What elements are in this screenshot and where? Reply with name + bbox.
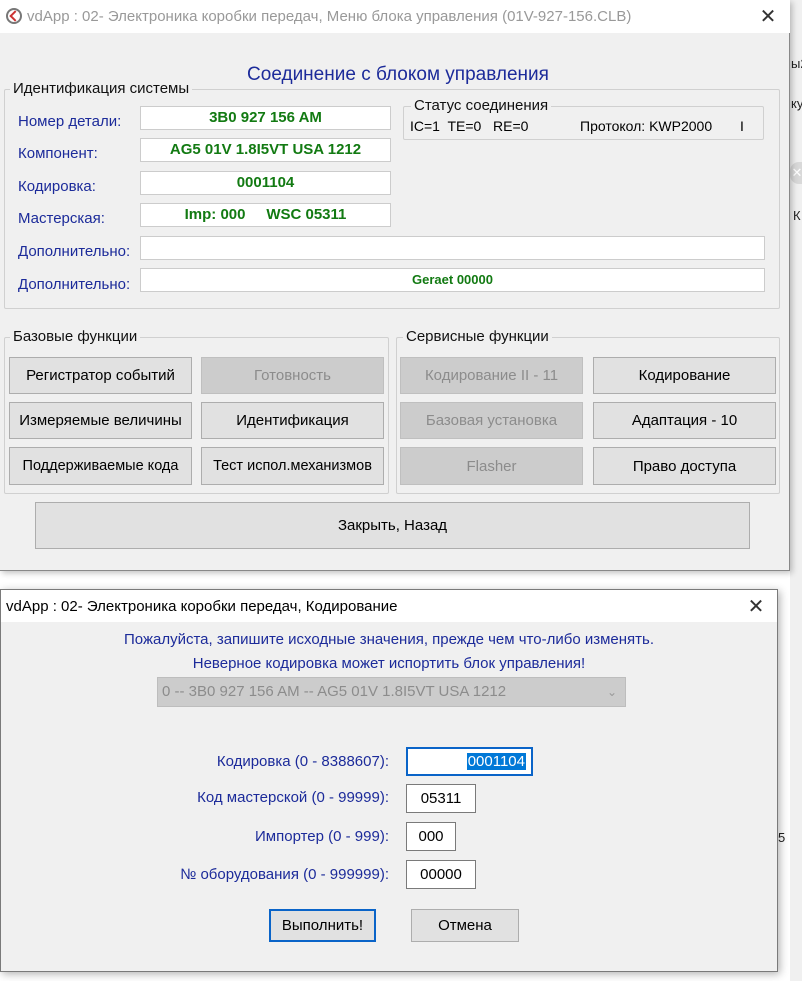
close-back-button[interactable]: Закрыть, Назад [35,502,750,549]
coding-label: Кодировка: [18,178,96,195]
protocol-text: Протокол: KWP2000 [580,118,713,134]
basic-functions-legend: Базовые функции [10,328,141,345]
supported-codes-button[interactable]: Поддерживаемые кода [9,447,192,485]
dialog-title: vdApp : 02- Электроника коробки передач,… [6,598,398,615]
importer-label: Импортер (0 - 999): [255,828,389,845]
output-test-button[interactable]: Тест испол.механизмов [201,447,384,485]
execute-button[interactable]: Выполнить! [269,909,376,942]
part-number-label: Номер детали: [18,113,122,130]
background-fragment: 5 [778,830,786,845]
extra2-label: Дополнительно: [18,276,131,293]
close-icon[interactable]: ✕ [741,594,771,619]
importer-input[interactable]: 000 [406,822,456,851]
connection-status-legend: Статус соединения [411,97,552,114]
background-fragment: К [793,208,801,223]
access-button[interactable]: Право доступа [593,447,776,485]
module-select[interactable]: 0 -- 3B0 927 156 AM -- AG5 01V 1.8I5VT U… [157,677,626,707]
close-icon[interactable]: ✕ [753,4,783,29]
equipment-number-input[interactable]: 00000 [406,860,476,889]
window-titlebar: vdApp : 02- Электроника коробки передач,… [0,0,790,33]
window-title: vdApp : 02- Электроника коробки передач,… [27,8,632,25]
extra1-field [140,236,765,260]
status-counters: IC=1 TE=0 RE=0 [410,118,529,134]
workshop-code-label: Код мастерской (0 - 99999): [197,789,389,806]
background-fragment: ку [791,96,802,111]
background-fragment: ы2 [791,56,802,71]
measured-values-button[interactable]: Измеряемые величины [9,402,192,439]
background-app-edge [790,0,802,981]
component-field: AG5 01V 1.8I5VT USA 1212 [140,138,391,162]
service-functions-legend: Сервисные функции [403,328,552,345]
chevron-down-icon: ⌄ [606,685,617,699]
system-identification-legend: Идентификация системы [10,80,193,97]
flasher-button[interactable]: Flasher [400,447,583,485]
activity-indicator: I [740,118,744,134]
basic-settings-button[interactable]: Базовая установка [400,402,583,439]
background-close-icon: ✕ [790,162,802,184]
workshop-field: Imp: 000 WSC 05311 [140,203,391,227]
adaptation-button[interactable]: Адаптация - 10 [593,402,776,439]
workshop-code-input[interactable]: 05311 [406,784,476,813]
cancel-button[interactable]: Отмена [411,909,519,942]
extra1-label: Дополнительно: [18,243,131,260]
coding-input[interactable]: 0001104 [406,747,533,776]
app-icon [6,8,22,24]
warning-line-1: Пожалуйста, запишите исходные значения, … [123,631,655,648]
equipment-number-label: № оборудования (0 - 999999): [180,866,389,883]
identification-button[interactable]: Идентификация [201,402,384,439]
coding-dialog: vdApp : 02- Электроника коробки передач,… [0,589,778,972]
warning-line-2: Неверное кодировка может испортить блок … [192,655,586,672]
coding-field: 0001104 [140,171,391,195]
readiness-button[interactable]: Готовность [201,357,384,394]
control-module-window: vdApp : 02- Электроника коробки передач,… [0,0,790,571]
part-number-field: 3B0 927 156 AM [140,106,391,130]
coding-label: Кодировка (0 - 8388607): [216,753,389,770]
component-label: Компонент: [18,145,98,162]
coding-input-value: 0001104 [466,753,526,770]
fault-codes-button[interactable]: Регистратор событий [9,357,192,394]
coding2-button[interactable]: Кодирование II - 11 [400,357,583,394]
extra2-field: Geraet 00000 [140,268,765,292]
module-select-value: 0 -- 3B0 927 156 AM -- AG5 01V 1.8I5VT U… [162,683,507,700]
dialog-titlebar: vdApp : 02- Электроника коробки передач,… [1,590,777,622]
coding-button[interactable]: Кодирование [593,357,776,394]
workshop-label: Мастерская: [18,210,105,227]
